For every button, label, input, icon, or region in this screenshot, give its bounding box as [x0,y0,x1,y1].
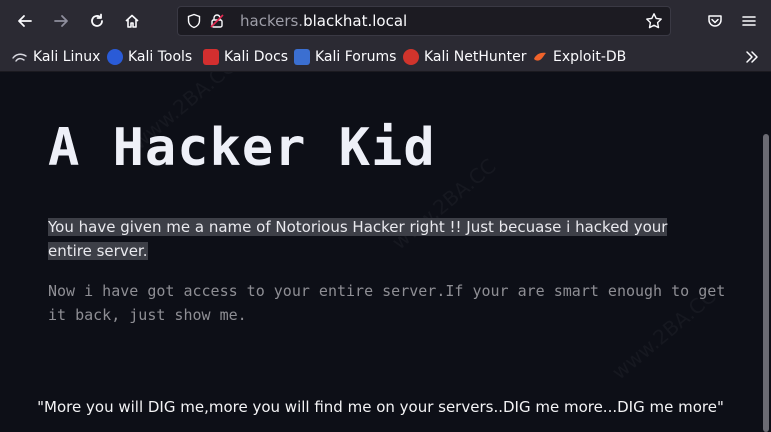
scrollbar[interactable] [761,72,771,432]
kali-tools-icon [107,49,123,65]
forward-button[interactable] [47,7,75,35]
intro-highlight: You have given me a name of Notorious Ha… [48,218,668,260]
kali-forums-icon [294,49,310,65]
message-text: Now i have got access to your entire ser… [48,282,726,324]
bookmark-label: Kali Docs [224,49,289,65]
pocket-button[interactable] [701,7,729,35]
kali-nethunter-icon [403,49,419,65]
bookmark-kali-tools[interactable]: Kali Tools [107,47,192,67]
arrow-right-icon [54,15,68,27]
url-domain: blackhat.local [303,12,408,30]
home-icon [125,14,139,28]
bookmark-label: Kali Linux [33,49,101,65]
insecure-lock-icon[interactable] [209,13,225,29]
page-content[interactable]: www.2BA.CC www.2BA.CC www.2BA.CC A Hacke… [0,72,771,432]
browser-toolbar: hackers.blackhat.local [0,0,771,42]
url-text[interactable]: hackers.blackhat.local [240,12,407,30]
arrow-left-icon [18,15,32,27]
hamburger-menu-icon [742,16,756,26]
bookmark-exploit-db[interactable]: Exploit-DB [532,47,626,67]
back-button[interactable] [11,7,39,35]
shield-icon[interactable] [186,13,202,29]
kali-docs-icon [203,49,219,65]
scrollbar-thumb[interactable] [763,134,769,432]
bookmark-kali-linux[interactable]: Kali Linux [12,47,100,67]
bookmark-label: Exploit-DB [553,49,627,65]
bookmark-kali-docs[interactable]: Kali Docs [203,47,288,67]
bookmark-label: Kali Tools [128,49,193,65]
url-bar[interactable]: hackers.blackhat.local [177,6,671,36]
reload-icon [91,13,103,27]
url-subdomain: hackers. [240,12,304,30]
bookmark-kali-nethunter[interactable]: Kali NetHunter [403,47,526,67]
reload-button[interactable] [83,7,111,35]
bookmarks-toolbar: Kali Linux Kali Tools Kali Docs Kali For… [0,42,771,72]
home-button[interactable] [118,7,146,35]
bookmarks-overflow-button[interactable] [745,47,759,67]
page-title: A Hacker Kid [48,118,436,178]
pocket-icon [708,15,722,27]
bookmark-label: Kali NetHunter [424,49,527,65]
dig-quote: "More you will DIG me,more you will find… [37,398,724,416]
kali-dragon-icon [12,53,27,62]
bookmark-kali-forums[interactable]: Kali Forums [294,47,396,67]
intro-text: You have given me a name of Notorious Ha… [48,215,708,263]
menu-button[interactable] [735,7,763,35]
bookmark-label: Kali Forums [315,49,397,65]
chevron-double-right-icon [746,51,758,63]
bookmark-star-icon[interactable] [645,12,663,30]
exploit-db-icon [534,52,546,61]
